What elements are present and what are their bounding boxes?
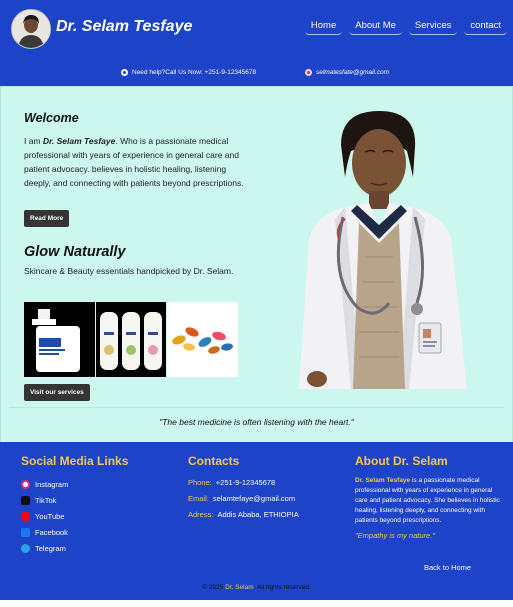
telegram-icon [21, 543, 30, 553]
section-divider [9, 407, 504, 408]
copyright: © 2025 Dr. Selam. All rights reserved. [0, 584, 513, 591]
social-link-facebook[interactable]: Facebook [21, 524, 68, 540]
copyright-pre: © 2025 [202, 584, 226, 591]
site-header: Dr. Selam Tesfaye Home About Me Services… [0, 0, 513, 86]
email-value[interactable]: selamtefaye@gmail.com [213, 494, 295, 503]
phone-value[interactable]: +251-9-12345678 [216, 478, 275, 487]
main-nav: Home About Me Services contact [304, 17, 507, 35]
page: Dr. Selam Tesfaye Home About Me Services… [0, 0, 513, 607]
email-line: selmatesfate@gmail.com [305, 69, 389, 76]
about-body: is a passionate medical professional wit… [355, 477, 500, 524]
bottom-strip [0, 600, 513, 607]
social-link-telegram[interactable]: Telegram [21, 540, 68, 556]
glow-subtitle: Skincare & Beauty essentials handpicked … [24, 266, 234, 276]
header-email[interactable]: selmatesfate@gmail.com [316, 69, 389, 76]
youtube-icon [21, 511, 30, 521]
copyright-name: Dr. Selam [225, 584, 254, 591]
phone-label: Phone: [188, 478, 212, 487]
product-gallery [24, 302, 238, 377]
product-image-dove [96, 302, 166, 377]
motto: "Empathy is my nature." [355, 531, 435, 540]
phone-icon [121, 69, 128, 76]
hero-quote: "The best medicine is often listening wi… [159, 417, 354, 427]
address-label: Adress: [188, 510, 214, 519]
facebook-icon [21, 527, 30, 537]
social-label: Telegram [35, 543, 66, 553]
hero-section: Welcome I am Dr. Selam Tesfaye. Who is a… [0, 86, 513, 444]
social-links: Instagram TikTok YouTube Facebook Telegr… [21, 476, 68, 556]
social-title: Social Media Links [21, 454, 129, 468]
contact-email: Email: selamtefaye@gmail.com [188, 494, 295, 503]
nav-about[interactable]: About Me [349, 17, 402, 35]
contact-bar: Need help?Call Us Now: +251-9-12345678 s… [0, 69, 513, 81]
social-label: TikTok [35, 495, 57, 505]
contact-phone: Phone: +251-9-12345678 [188, 478, 275, 487]
email-label: Email: [188, 494, 209, 503]
about-text: Dr. Selam Tesfaye is a passionate medica… [355, 476, 505, 526]
nav-services[interactable]: Services [408, 17, 458, 35]
visit-services-button[interactable]: Visit our services [24, 384, 90, 401]
help-line: Need help?Call Us Now: +251-9-12345678 [121, 69, 256, 76]
about-title: About Dr. Selam [355, 454, 448, 468]
mail-icon [305, 69, 312, 76]
about-name: Dr. Selam Tesfaye [355, 477, 411, 484]
social-label: Instagram [35, 479, 69, 489]
welcome-text: I am Dr. Selam Tesfaye. Who is a passion… [24, 134, 244, 190]
tiktok-icon [21, 495, 30, 505]
product-image-cerave [24, 302, 95, 377]
doctor-portrait [279, 107, 479, 389]
social-label: Facebook [35, 527, 68, 537]
address-value: Addis Ababa, ETHIOPIA [217, 510, 299, 519]
read-more-button[interactable]: Read More [24, 210, 70, 227]
back-to-home-link[interactable]: Back to Home [424, 563, 471, 572]
copyright-post: . All rights reserved. [253, 584, 311, 591]
nav-contact[interactable]: contact [464, 17, 507, 35]
welcome-title: Welcome [24, 111, 79, 125]
social-link-tiktok[interactable]: TikTok [21, 492, 68, 508]
contacts-title: Contacts [188, 454, 240, 468]
contact-address: Adress: Addis Ababa, ETHIOPIA [188, 510, 299, 519]
site-brand[interactable]: Dr. Selam Tesfaye [56, 18, 192, 36]
social-label: YouTube [35, 511, 65, 521]
welcome-intro: I am [24, 136, 43, 146]
product-image-capsules [167, 302, 238, 377]
social-link-youtube[interactable]: YouTube [21, 508, 68, 524]
nav-home[interactable]: Home [304, 17, 343, 35]
help-text: Need help?Call Us Now: +251-9-12345678 [132, 69, 257, 76]
welcome-name: Dr. Selam Tesfaye [42, 136, 116, 146]
social-link-instagram[interactable]: Instagram [21, 476, 68, 492]
site-footer: Social Media Links Instagram TikTok YouT… [0, 442, 513, 607]
glow-title: Glow Naturally [24, 244, 126, 260]
instagram-icon [21, 479, 30, 489]
avatar [11, 9, 51, 49]
